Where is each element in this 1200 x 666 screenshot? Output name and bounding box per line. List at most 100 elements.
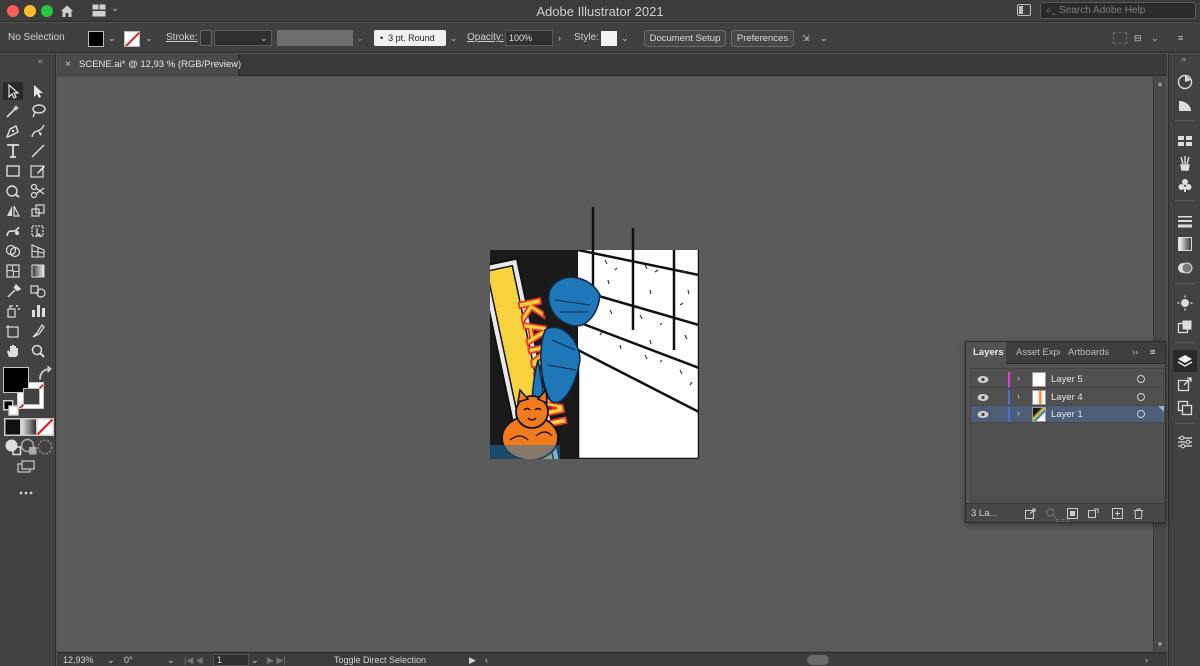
draw-behind-icon[interactable] — [19, 438, 37, 455]
symbol-sprayer-tool-icon[interactable] — [3, 302, 23, 320]
transform-icon[interactable] — [1113, 32, 1127, 44]
shaper-tool-icon[interactable] — [3, 182, 23, 200]
artboards-panel-icon[interactable] — [1177, 400, 1193, 416]
close-tab-icon[interactable]: × — [65, 54, 71, 76]
direct-selection-tool-icon[interactable] — [28, 82, 48, 100]
selection-tool-icon[interactable] — [3, 82, 23, 100]
profile-dropdown-icon[interactable]: ⌄ — [356, 32, 366, 44]
locate-object-icon[interactable] — [1046, 508, 1057, 519]
color-guide-icon[interactable] — [1177, 97, 1193, 113]
stroke-weight-dropdown-icon[interactable]: ⌄ — [260, 32, 270, 44]
scissors-tool-icon[interactable] — [28, 182, 48, 200]
horizontal-scroll-thumb[interactable] — [807, 655, 829, 665]
trash-icon[interactable] — [1133, 508, 1144, 519]
pen-tool-icon[interactable] — [3, 122, 23, 140]
scene-artwork[interactable]: KANEMI — [478, 248, 701, 474]
swap-colors-icon[interactable] — [36, 366, 52, 380]
expand-layer-icon[interactable]: › — [1017, 408, 1020, 418]
tab-asset-export[interactable]: Asset Export — [1010, 342, 1060, 364]
artboard-number-input[interactable]: 1 — [213, 654, 249, 666]
collapse-toolbar-icon[interactable]: « — [38, 56, 43, 66]
panel-toggle-icon[interactable] — [1017, 4, 1031, 16]
stroke-panel-icon[interactable] — [1177, 213, 1193, 229]
tab-artboards[interactable]: Artboards — [1064, 342, 1120, 364]
panel-resize-grip[interactable] — [1056, 519, 1070, 522]
rectangle-tool-icon[interactable] — [3, 162, 23, 180]
scroll-up-icon[interactable]: ▲ — [1156, 79, 1164, 88]
artboard-dropdown-icon[interactable]: ⌄ — [251, 653, 259, 666]
layer-name[interactable]: Layer 4 — [1051, 389, 1083, 406]
zoom-dropdown-icon[interactable]: ⌄ — [107, 653, 115, 666]
tab-layers[interactable]: Layers — [966, 342, 1006, 364]
export-icon[interactable] — [1177, 376, 1193, 392]
style-swatch[interactable] — [601, 31, 617, 46]
symbols-icon[interactable] — [1177, 177, 1193, 193]
curvature-tool-icon[interactable] — [28, 122, 48, 140]
layer-row-layer-5[interactable]: › Layer 5 — [971, 371, 1164, 388]
artboard[interactable]: KANEMI — [478, 248, 701, 474]
reflect-tool-icon[interactable] — [3, 202, 23, 220]
slice-tool-icon[interactable] — [28, 322, 48, 340]
stroke-weight-stepper[interactable] — [200, 30, 212, 46]
line-segment-tool-icon[interactable] — [28, 142, 48, 160]
lasso-tool-icon[interactable] — [28, 102, 48, 120]
panel-expand-icon[interactable]: ›› — [1132, 342, 1144, 364]
layer-row-layer-4[interactable]: › Layer 4 — [971, 389, 1164, 406]
variable-width-profile[interactable] — [277, 30, 353, 46]
preferences-button[interactable]: Preferences — [731, 30, 794, 47]
collect-for-export-icon[interactable] — [1025, 508, 1036, 519]
expand-panels-icon[interactable]: » — [1181, 54, 1186, 64]
screen-mode-icon[interactable] — [16, 458, 36, 476]
create-sublayer-icon[interactable] — [1088, 508, 1099, 519]
status-arrow-icon[interactable]: ▶ — [469, 653, 476, 666]
properties-icon[interactable] — [1177, 434, 1193, 450]
gradient-mode-icon[interactable] — [19, 418, 38, 436]
type-tool-icon[interactable] — [3, 142, 23, 160]
rotation-dropdown-icon[interactable]: ⌄ — [167, 653, 175, 666]
pencil-tool-icon[interactable] — [28, 162, 48, 180]
search-help-input[interactable]: ⌕⌄ Search Adobe Help — [1040, 2, 1196, 19]
layer-row-layer-1[interactable]: › Layer 1 — [971, 406, 1164, 423]
brush-definition-field[interactable]: • 3 pt. Round — [374, 30, 446, 46]
scroll-down-icon[interactable]: ▼ — [1156, 640, 1164, 649]
align-dropdown-icon[interactable]: ⌄ — [1151, 32, 1161, 44]
fill-swatch[interactable] — [88, 31, 104, 47]
scroll-right-icon[interactable]: › — [1145, 653, 1148, 666]
graphic-styles-icon[interactable] — [1177, 319, 1193, 335]
zoom-tool-icon[interactable] — [28, 342, 48, 360]
stroke-dropdown-icon[interactable]: ⌄ — [145, 32, 155, 44]
arrange-dropdown-icon[interactable]: ⌄ — [820, 32, 830, 44]
panel-menu-icon[interactable]: ≡ — [1150, 342, 1162, 364]
eye-icon[interactable] — [977, 393, 989, 402]
none-mode-icon[interactable] — [35, 418, 54, 436]
blend-tool-icon[interactable] — [28, 282, 48, 300]
edit-toolbar-icon[interactable] — [16, 484, 36, 502]
column-graph-tool-icon[interactable] — [28, 302, 48, 320]
eyedropper-tool-icon[interactable] — [3, 282, 23, 300]
target-icon[interactable] — [1137, 375, 1145, 383]
document-setup-button[interactable]: Document Setup — [644, 30, 726, 47]
color-panel-icon[interactable] — [1177, 74, 1193, 90]
expand-layer-icon[interactable]: › — [1017, 391, 1020, 401]
gradient-panel-icon[interactable] — [1177, 236, 1193, 252]
draw-normal-icon[interactable] — [3, 438, 22, 456]
perspective-grid-tool-icon[interactable] — [28, 242, 48, 260]
default-colors-icon[interactable] — [2, 400, 19, 416]
layers-panel-icon[interactable] — [1173, 350, 1197, 372]
style-dropdown-icon[interactable]: ⌄ — [621, 32, 631, 44]
align-icon[interactable]: ⊟ — [1134, 32, 1148, 44]
target-icon[interactable] — [1137, 410, 1145, 418]
eye-icon[interactable] — [977, 410, 989, 419]
opacity-input[interactable]: 100% — [505, 30, 553, 46]
draw-inside-icon[interactable] — [35, 438, 53, 455]
swatches-icon[interactable] — [1177, 133, 1193, 149]
arrange-documents-icon[interactable]: ⇲ — [802, 32, 816, 44]
scale-tool-icon[interactable] — [28, 202, 48, 220]
scroll-left-icon[interactable]: ‹ — [485, 653, 488, 666]
make-clipping-mask-icon[interactable] — [1067, 508, 1078, 519]
fill-dropdown-icon[interactable]: ⌄ — [108, 32, 118, 44]
hand-tool-icon[interactable] — [3, 342, 23, 360]
brush-dropdown-icon[interactable]: ⌄ — [450, 32, 460, 44]
mesh-tool-icon[interactable] — [3, 262, 23, 280]
free-transform-tool-icon[interactable] — [28, 222, 48, 240]
